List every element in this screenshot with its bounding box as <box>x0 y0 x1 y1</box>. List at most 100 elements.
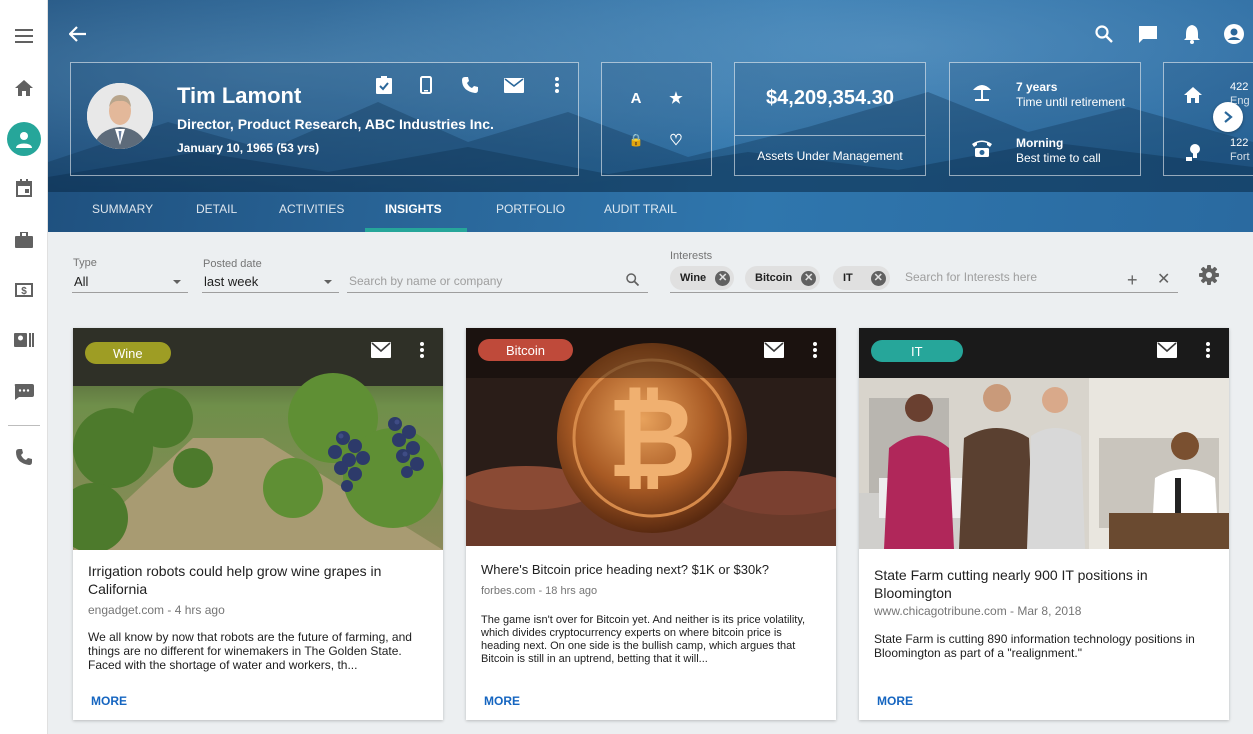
rail-divider <box>8 425 40 426</box>
star-badge-icon: ★ <box>669 90 683 107</box>
card-email-icon[interactable] <box>371 342 391 358</box>
phone-icon[interactable] <box>0 437 48 477</box>
lightbulb-icon <box>1184 143 1202 166</box>
back-arrow-icon[interactable] <box>66 22 90 46</box>
chip-bitcoin[interactable]: Bitcoin ✕ <box>745 266 821 290</box>
chip-bitcoin-remove-icon[interactable]: ✕ <box>801 270 817 286</box>
type-select[interactable]: All <box>74 274 88 289</box>
search-company-icon[interactable] <box>626 273 640 291</box>
client-dob: January 10, 1965 (53 yrs) <box>177 141 320 155</box>
call-time-value: Morning <box>1016 136 1064 150</box>
badges-card: A ★ 🔒 ♡ <box>601 62 712 176</box>
email-icon[interactable] <box>504 75 524 95</box>
telephone-icon <box>970 136 994 160</box>
tab-summary[interactable]: SUMMARY <box>92 202 153 216</box>
money-icon[interactable]: $ <box>0 270 48 310</box>
client-info-card: 7 years Time until retirement Morning Be… <box>949 62 1141 176</box>
card-more-vert-icon[interactable] <box>812 341 818 359</box>
address-line1: 422 <box>1230 81 1249 93</box>
chip-it[interactable]: IT ✕ <box>833 266 890 290</box>
client-title: Director, Product Research, ABC Industri… <box>177 116 494 132</box>
card-more-vert-icon[interactable] <box>1205 341 1211 359</box>
more-button[interactable]: MORE <box>484 694 520 708</box>
posted-date-select[interactable]: last week <box>204 274 258 289</box>
interests-underline <box>670 292 1178 293</box>
tab-audit-trail[interactable]: AUDIT TRAIL <box>604 202 677 216</box>
home-icon[interactable] <box>0 68 48 108</box>
news-source: www.chicagotribune.com - Mar 8, 2018 <box>874 604 1082 618</box>
search-icon[interactable] <box>1092 22 1116 46</box>
news-card-it: IT State Farm cutting nearly 900 IT posi… <box>859 328 1229 720</box>
tab-detail[interactable]: DETAIL <box>196 202 237 216</box>
news-summary: State Farm is cutting 890 information te… <box>874 632 1195 660</box>
next-card-button[interactable] <box>1213 102 1243 132</box>
search-company-underline <box>347 292 648 293</box>
client-name: Tim Lamont <box>177 83 302 108</box>
retirement-value: 7 years <box>1016 80 1058 94</box>
chip-wine-remove-icon[interactable]: ✕ <box>715 270 731 286</box>
card-more-vert-icon[interactable] <box>419 341 425 359</box>
left-nav-rail: $ <box>0 0 48 734</box>
more-vert-icon[interactable] <box>547 75 567 95</box>
news-summary: The game isn't over for Bitcoin yet. And… <box>481 614 806 665</box>
call-icon[interactable] <box>460 75 480 95</box>
news-source: forbes.com - 18 hrs ago <box>481 585 598 597</box>
chip-bitcoin-label: Bitcoin <box>755 272 793 284</box>
account-icon[interactable] <box>1222 22 1246 46</box>
task-icon[interactable] <box>374 75 394 95</box>
tag-wine: Wine <box>85 342 171 364</box>
posted-date-underline <box>202 292 339 293</box>
tab-activities[interactable]: ACTIVITIES <box>279 202 344 216</box>
mobile-icon[interactable] <box>416 75 436 95</box>
type-label: Type <box>73 257 97 269</box>
aum-value: $4,209,354.30 <box>766 87 894 109</box>
address-line3: 122 <box>1230 137 1249 149</box>
tab-portfolio[interactable]: PORTFOLIO <box>496 202 565 216</box>
message-icon[interactable] <box>1136 22 1160 46</box>
more-button[interactable]: MORE <box>877 694 913 708</box>
type-dropdown-icon[interactable] <box>173 280 181 284</box>
tag-it: IT <box>871 340 963 362</box>
address-line4: Fort <box>1230 151 1250 163</box>
client-header: Tim Lamont Director, Product Research, A… <box>48 0 1253 232</box>
news-title[interactable]: Irrigation robots could help grow wine g… <box>88 562 428 598</box>
search-company-input[interactable]: Search by name or company <box>349 274 502 288</box>
news-title[interactable]: State Farm cutting nearly 900 IT positio… <box>874 566 1214 602</box>
home-info-icon <box>1184 87 1202 108</box>
aum-card: $4,209,354.30 Assets Under Management <box>734 62 926 176</box>
card-email-icon[interactable] <box>1157 342 1177 358</box>
aum-label: Assets Under Management <box>757 149 903 163</box>
briefcase-icon[interactable] <box>0 220 48 260</box>
client-icon[interactable] <box>0 119 48 159</box>
chip-it-remove-icon[interactable]: ✕ <box>870 270 886 286</box>
card-email-icon[interactable] <box>764 342 784 358</box>
settings-gear-icon[interactable] <box>1199 265 1219 290</box>
clear-interests-icon[interactable]: ✕ <box>1157 271 1170 289</box>
posted-date-dropdown-icon[interactable] <box>324 280 332 284</box>
active-tab-indicator <box>365 228 467 232</box>
news-card-wine: Wine Irrigation robots could help grow w… <box>73 328 443 720</box>
tab-insights[interactable]: INSIGHTS <box>385 202 442 216</box>
contact-card-icon[interactable] <box>0 320 48 360</box>
avatar <box>87 83 153 149</box>
chat-icon[interactable] <box>0 372 48 412</box>
news-source: engadget.com - 4 hrs ago <box>88 603 225 617</box>
menu-icon[interactable] <box>0 16 48 56</box>
badge-a: A <box>630 89 642 107</box>
chip-it-label: IT <box>843 272 853 284</box>
heart-badge-icon: ♡ <box>669 132 683 149</box>
beach-umbrella-icon <box>970 80 994 104</box>
news-title[interactable]: Where's Bitcoin price heading next? $1K … <box>481 561 821 579</box>
chip-wine[interactable]: Wine ✕ <box>670 266 735 290</box>
notifications-icon[interactable] <box>1180 22 1204 46</box>
tag-bitcoin: Bitcoin <box>478 339 574 361</box>
posted-date-label: Posted date <box>203 258 262 270</box>
profile-card: Tim Lamont Director, Product Research, A… <box>70 62 579 176</box>
add-interest-icon[interactable]: + <box>1127 271 1138 289</box>
calendar-icon[interactable] <box>0 168 48 208</box>
interests-search-input[interactable]: Search for Interests here <box>905 270 1037 284</box>
type-underline <box>72 292 188 293</box>
more-button[interactable]: MORE <box>91 694 127 708</box>
svg-text:₿: ₿ <box>607 377 697 500</box>
svg-text:$: $ <box>21 286 27 297</box>
